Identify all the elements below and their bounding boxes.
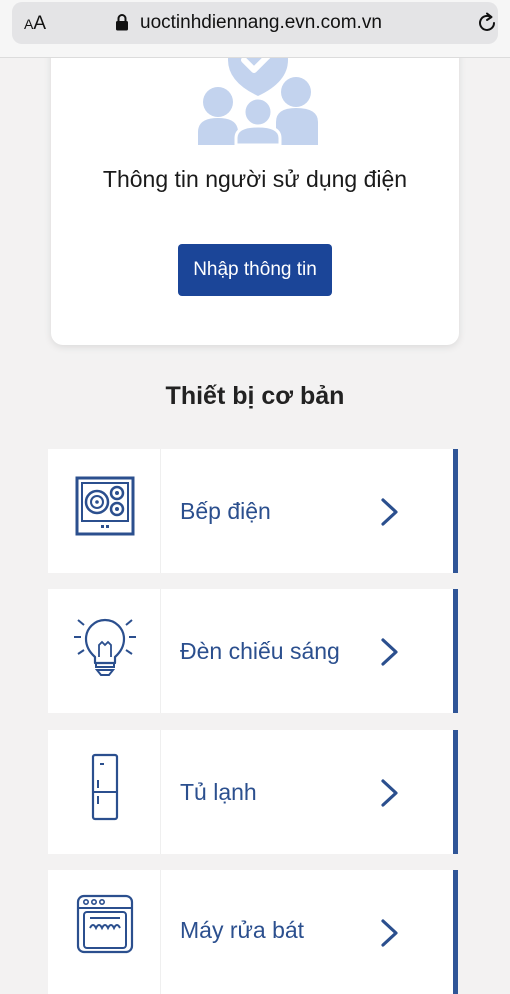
dishwasher-icon [76,894,134,954]
user-card-viewport: Thông tin người sử dụng điện Nhập thông … [0,58,510,358]
device-icon-cell [48,870,161,994]
text-size-large-label: A [33,13,47,34]
device-label-lighting: Đèn chiếu sáng [180,638,340,664]
device-label-dishwasher: Máy rửa bát [180,917,305,943]
accent-bar [453,589,458,713]
device-icon-cell [48,589,161,713]
light-bulb-icon [74,618,136,676]
chevron-right-icon [381,638,398,666]
reload-icon[interactable] [476,12,498,34]
device-card-dishwasher[interactable]: Máy rửa bát [48,870,458,994]
address-bar[interactable]: AA uoctinhdiennang.evn.com.vn [12,2,498,44]
accent-bar [453,730,458,854]
text-size-small-label: A [24,16,34,32]
device-label-stove: Bếp điện [180,498,271,524]
stove-icon [75,476,135,536]
chevron-right-icon [381,498,398,526]
browser-toolbar: AA uoctinhdiennang.evn.com.vn [0,0,510,58]
section-title: Thiết bị cơ bản [165,382,345,410]
accent-bar [453,870,458,994]
accent-bar [453,449,458,573]
device-label-fridge: Tủ lạnh [180,779,257,805]
user-info-card: Thông tin người sử dụng điện Nhập thông … [51,58,459,345]
chevron-right-icon [381,919,398,947]
lock-icon [116,14,128,31]
text-size-button[interactable]: AA [24,13,46,35]
url-text: uoctinhdiennang.evn.com.vn [140,12,382,33]
fridge-icon [91,753,119,821]
enter-info-button[interactable]: Nhập thông tin [178,244,332,296]
device-card-fridge[interactable]: Tủ lạnh [48,730,458,854]
user-card-title: Thông tin người sử dụng điện [102,166,408,192]
chevron-right-icon [381,779,398,807]
users-verified-icon [198,58,318,145]
device-icon-cell [48,730,161,854]
device-icon-cell [48,449,161,573]
device-card-lighting[interactable]: Đèn chiếu sáng [48,589,458,713]
device-card-stove[interactable]: Bếp điện [48,449,458,573]
